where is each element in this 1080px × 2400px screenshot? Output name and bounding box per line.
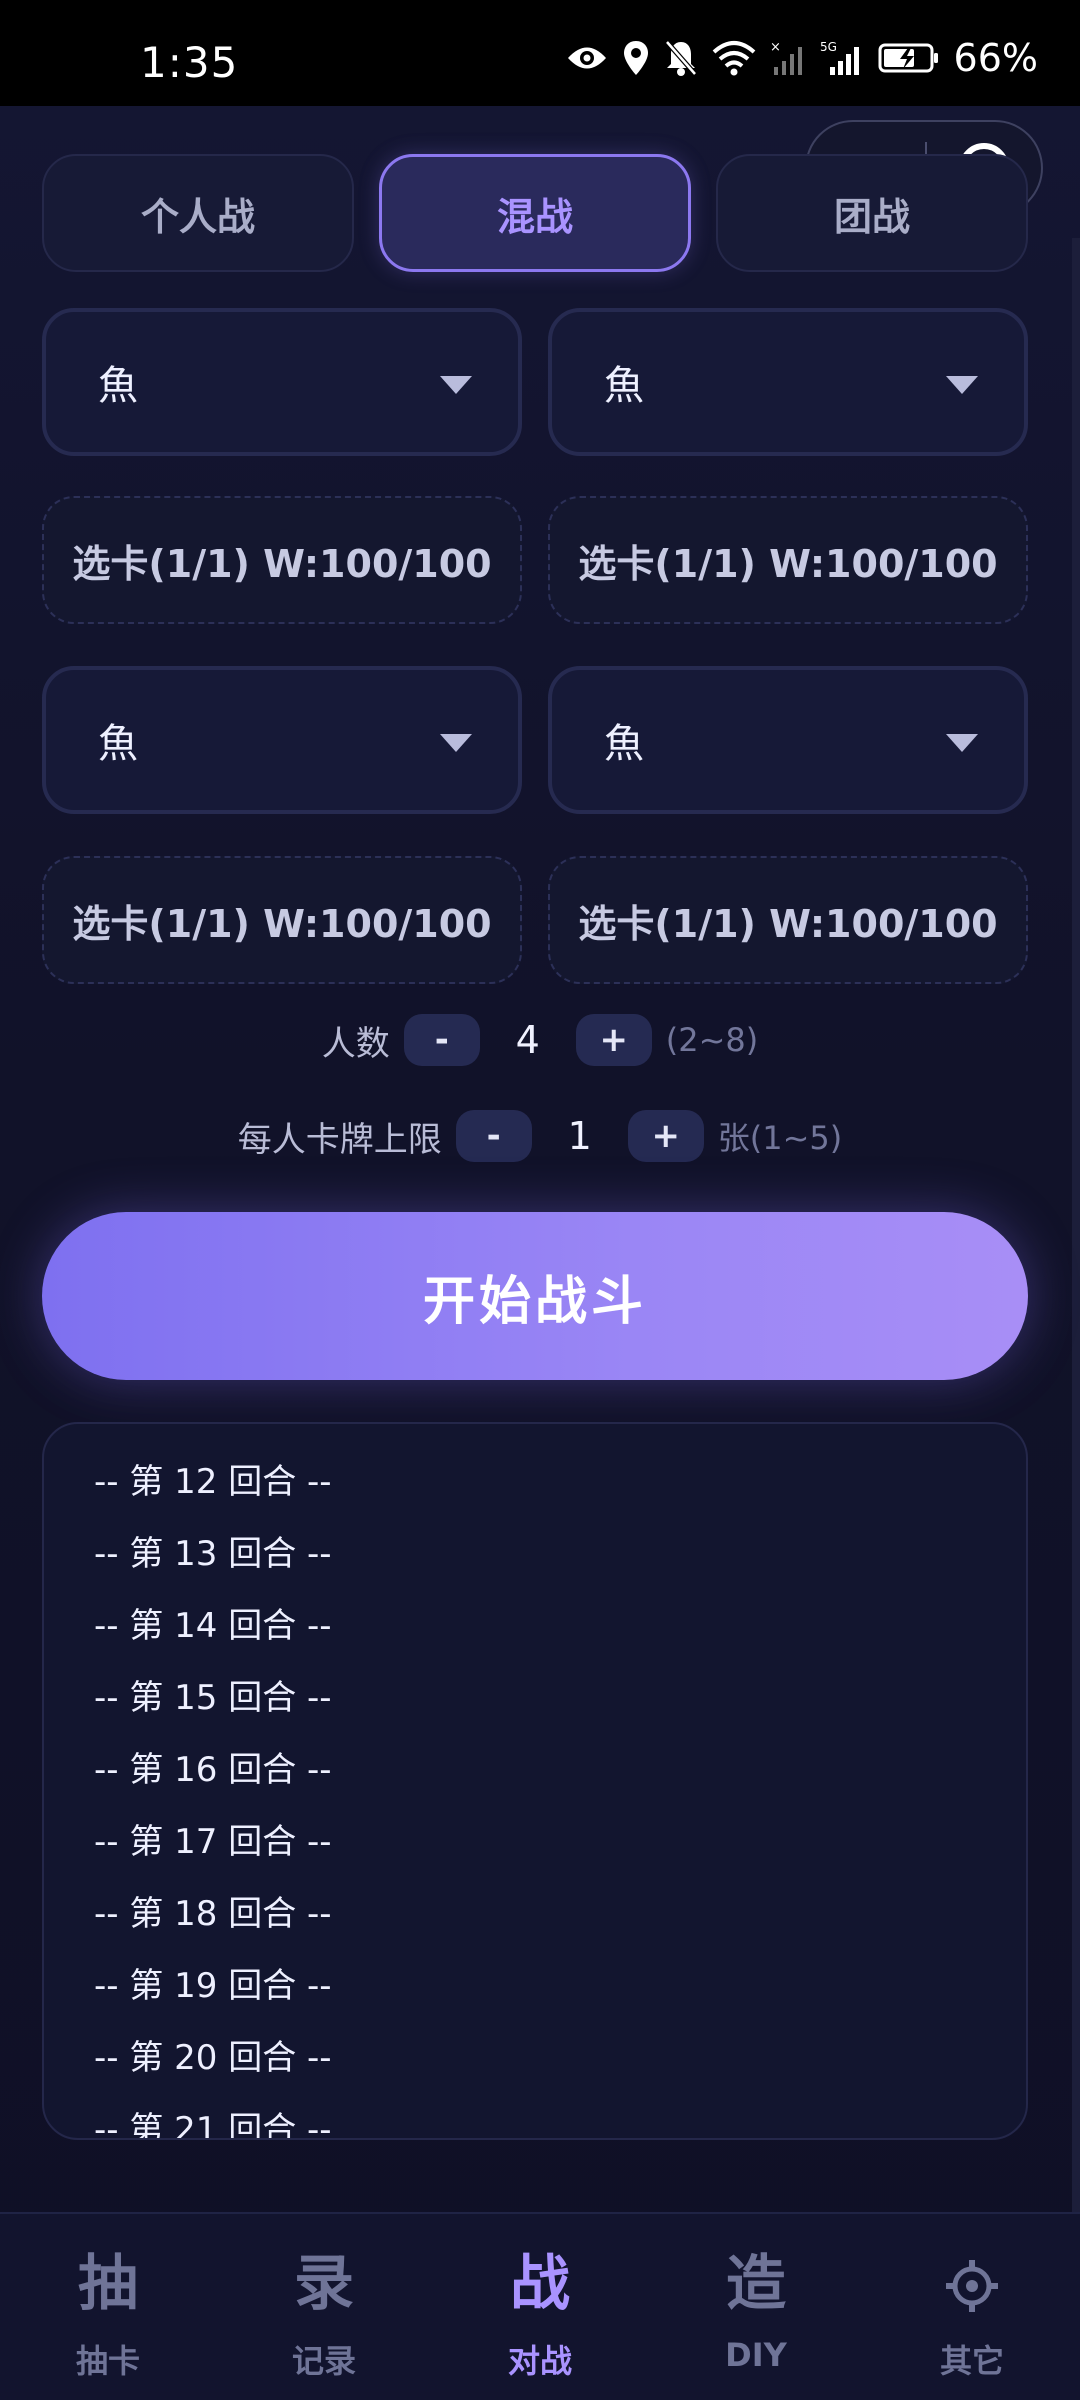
player-4-select-value: 魚 <box>604 721 644 767</box>
caret-down-icon <box>946 376 978 394</box>
tab-melee[interactable]: 混战 <box>379 154 691 272</box>
nav-glyph: 录 <box>294 2249 354 2319</box>
mute-bell-icon <box>664 40 697 76</box>
signal-x-icon: × <box>770 40 802 75</box>
log-line: -- 第 15 回合 -- <box>94 1678 332 1718</box>
scrollbar[interactable] <box>1072 238 1080 2238</box>
card-limit-decrement-button[interactable]: - <box>455 1110 532 1162</box>
location-icon <box>623 41 648 75</box>
player-1-select[interactable]: 魚 <box>42 308 522 456</box>
log-line: -- 第 20 回合 -- <box>94 2038 332 2078</box>
battle-log-panel[interactable]: -- 第 12 回合 -- -- 第 13 回合 -- -- 第 14 回合 -… <box>42 1422 1028 2140</box>
player-2-card-pick[interactable]: 选卡(1/1) W:100/100 <box>548 496 1028 624</box>
gear-icon <box>946 2260 998 2312</box>
player-2-select[interactable]: 魚 <box>548 308 1028 456</box>
eye-icon <box>567 47 606 69</box>
card-limit-value: 1 <box>567 1114 592 1158</box>
log-line: -- 第 18 回合 -- <box>94 1894 332 1934</box>
mode-tabs: 个人战 混战 团战 <box>42 154 1042 272</box>
player-1-select-value: 魚 <box>98 363 138 409</box>
player-3-select[interactable]: 魚 <box>42 666 522 814</box>
player-3-card-pick[interactable]: 选卡(1/1) W:100/100 <box>42 856 522 984</box>
status-bar: 1:35 × 5G 66% <box>0 0 1080 106</box>
battle-screen: 1:35 × 5G 66% 个人战 混战 团战 魚 魚 选卡(1/1) W:10… <box>0 0 1080 2400</box>
log-line: -- 第 21 回合 -- <box>94 2110 332 2140</box>
wifi-icon <box>712 41 755 76</box>
nav-glyph: 造 <box>726 2249 786 2319</box>
log-line: -- 第 12 回合 -- <box>94 1462 332 1502</box>
player-count-label: 人数 <box>321 1023 390 1064</box>
nav-item-other[interactable]: 其它 <box>864 2214 1080 2400</box>
nav-label: 抽卡 <box>75 2342 140 2380</box>
player-count-increment-button[interactable]: + <box>575 1014 652 1066</box>
caret-down-icon <box>946 734 978 752</box>
nav-label: DIY <box>725 2336 787 2374</box>
player-2-select-value: 魚 <box>604 363 644 409</box>
card-limit-range-hint: 张(1~5) <box>717 1119 843 1157</box>
player-count-value: 4 <box>515 1018 540 1062</box>
svg-text:×: × <box>770 40 781 55</box>
log-line: -- 第 17 回合 -- <box>94 1822 332 1862</box>
player-count-decrement-button[interactable]: - <box>403 1014 480 1066</box>
card-limit-label: 每人卡牌上限 <box>237 1119 442 1160</box>
nav-glyph: 抽 <box>78 2249 138 2319</box>
nav-label: 记录 <box>291 2342 356 2380</box>
bottom-nav: 抽 抽卡 录 记录 战 对战 造 DIY 其它 <box>0 2212 1080 2400</box>
log-line: -- 第 16 回合 -- <box>94 1750 332 1790</box>
status-time: 1:35 <box>140 38 239 87</box>
nav-item-battle[interactable]: 战 对战 <box>432 2214 648 2400</box>
caret-down-icon <box>440 376 472 394</box>
log-line: -- 第 14 回合 -- <box>94 1606 332 1646</box>
nav-item-records[interactable]: 录 记录 <box>216 2214 432 2400</box>
battery-percent: 66% <box>953 36 1038 80</box>
battery-icon <box>878 43 938 73</box>
svg-text:5G: 5G <box>820 40 837 54</box>
card-limit-increment-button[interactable]: + <box>627 1110 704 1162</box>
card-limit-row: 每人卡牌上限 - 1 + 张(1~5) <box>0 1106 1080 1166</box>
nav-label: 其它 <box>939 2342 1004 2380</box>
log-line: -- 第 19 回合 -- <box>94 1966 332 2006</box>
player-1-card-pick[interactable]: 选卡(1/1) W:100/100 <box>42 496 522 624</box>
nav-glyph: 战 <box>510 2249 570 2319</box>
tab-team[interactable]: 团战 <box>716 154 1028 272</box>
start-battle-button[interactable]: 开始战斗 <box>42 1212 1028 1380</box>
player-4-select[interactable]: 魚 <box>548 666 1028 814</box>
caret-down-icon <box>440 734 472 752</box>
status-icons: × 5G 66% <box>566 36 1038 80</box>
player-count-row: 人数 - 4 + (2~8) <box>0 1010 1080 1070</box>
nav-item-draw[interactable]: 抽 抽卡 <box>0 2214 216 2400</box>
tab-individual[interactable]: 个人战 <box>42 154 354 272</box>
signal-5g-icon: 5G <box>820 40 859 75</box>
log-line: -- 第 13 回合 -- <box>94 1534 332 1574</box>
player-4-card-pick[interactable]: 选卡(1/1) W:100/100 <box>548 856 1028 984</box>
nav-label: 对战 <box>507 2342 572 2380</box>
player-3-select-value: 魚 <box>98 721 138 767</box>
player-count-range-hint: (2~8) <box>665 1021 759 1059</box>
nav-item-diy[interactable]: 造 DIY <box>648 2214 864 2400</box>
